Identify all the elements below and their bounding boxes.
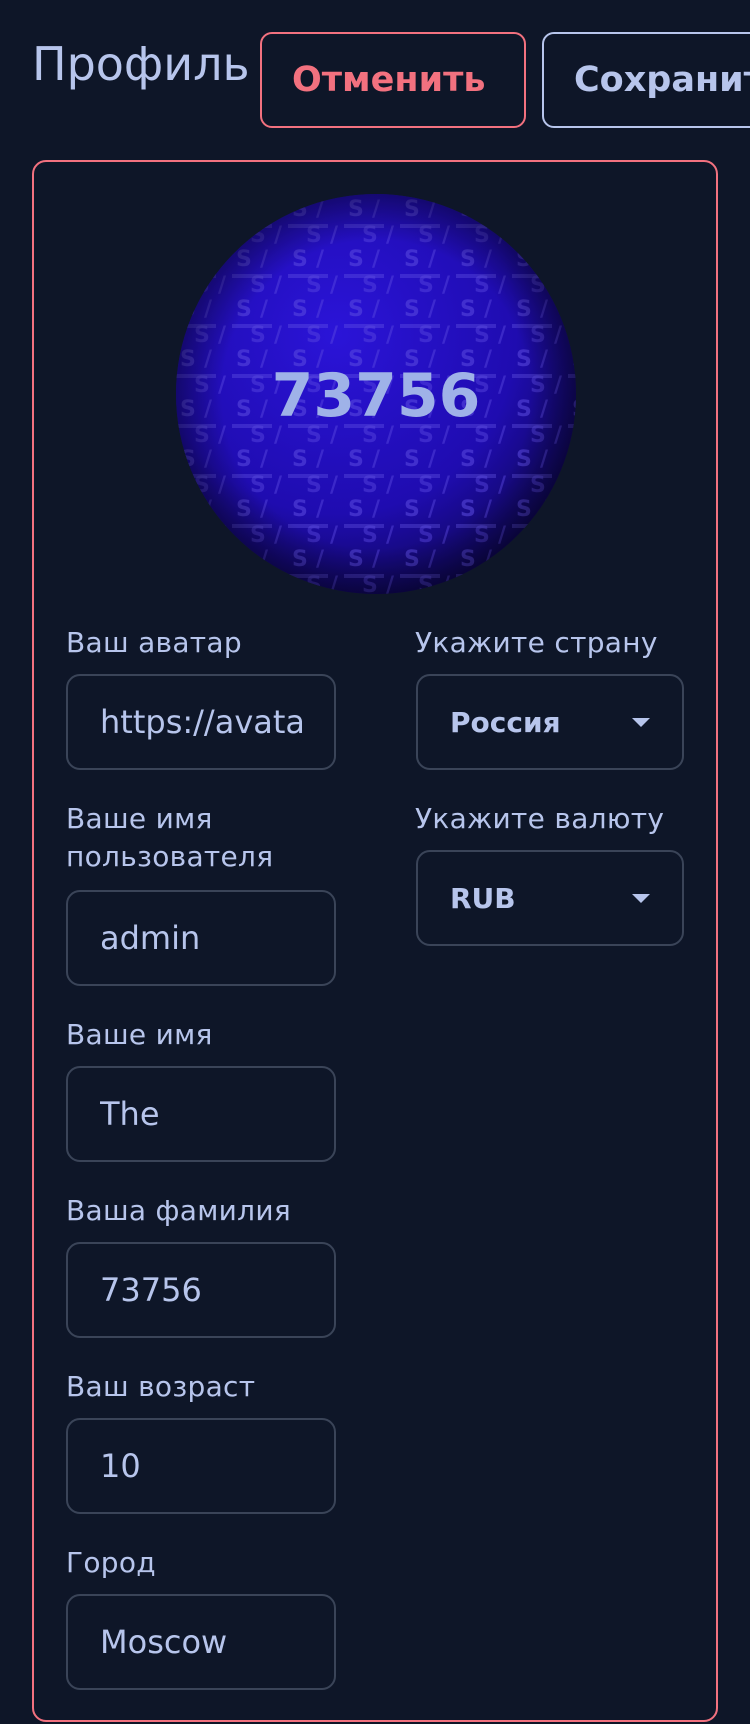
caret-down-icon	[632, 893, 650, 903]
cancel-button[interactable]: Отменить	[260, 32, 526, 128]
city-input[interactable]	[66, 1594, 336, 1690]
first-name-input[interactable]	[66, 1066, 336, 1162]
last-name-input[interactable]	[66, 1242, 336, 1338]
last-name-label: Ваша фамилия	[66, 1194, 292, 1227]
profile-page: Профиль Отменить Сохранить S / S /	[0, 0, 750, 1724]
username-input[interactable]	[66, 890, 336, 986]
country-label: Укажите страну	[415, 626, 658, 659]
city-label: Город	[66, 1546, 156, 1579]
caret-down-icon	[632, 717, 650, 727]
currency-label: Укажите валюту	[415, 802, 665, 835]
age-label: Ваш возраст	[66, 1370, 256, 1403]
avatar: S / S / 73756	[176, 194, 576, 594]
currency-select[interactable]: RUB	[416, 850, 684, 946]
avatar-url-label: Ваш аватар	[66, 626, 242, 659]
avatar-image: S / S / 73756	[176, 194, 576, 594]
username-label: Ваше имя пользователя	[66, 802, 274, 873]
country-select[interactable]: Россия	[416, 674, 684, 770]
avatar-url-input[interactable]	[66, 674, 336, 770]
country-select-value: Россия	[450, 705, 561, 739]
age-input[interactable]	[66, 1418, 336, 1514]
currency-select-value: RUB	[450, 881, 516, 915]
save-button[interactable]: Сохранить	[542, 32, 750, 128]
page-title: Профиль	[32, 37, 250, 91]
first-name-label: Ваше имя	[66, 1018, 213, 1051]
avatar-text: 73756	[272, 361, 481, 431]
